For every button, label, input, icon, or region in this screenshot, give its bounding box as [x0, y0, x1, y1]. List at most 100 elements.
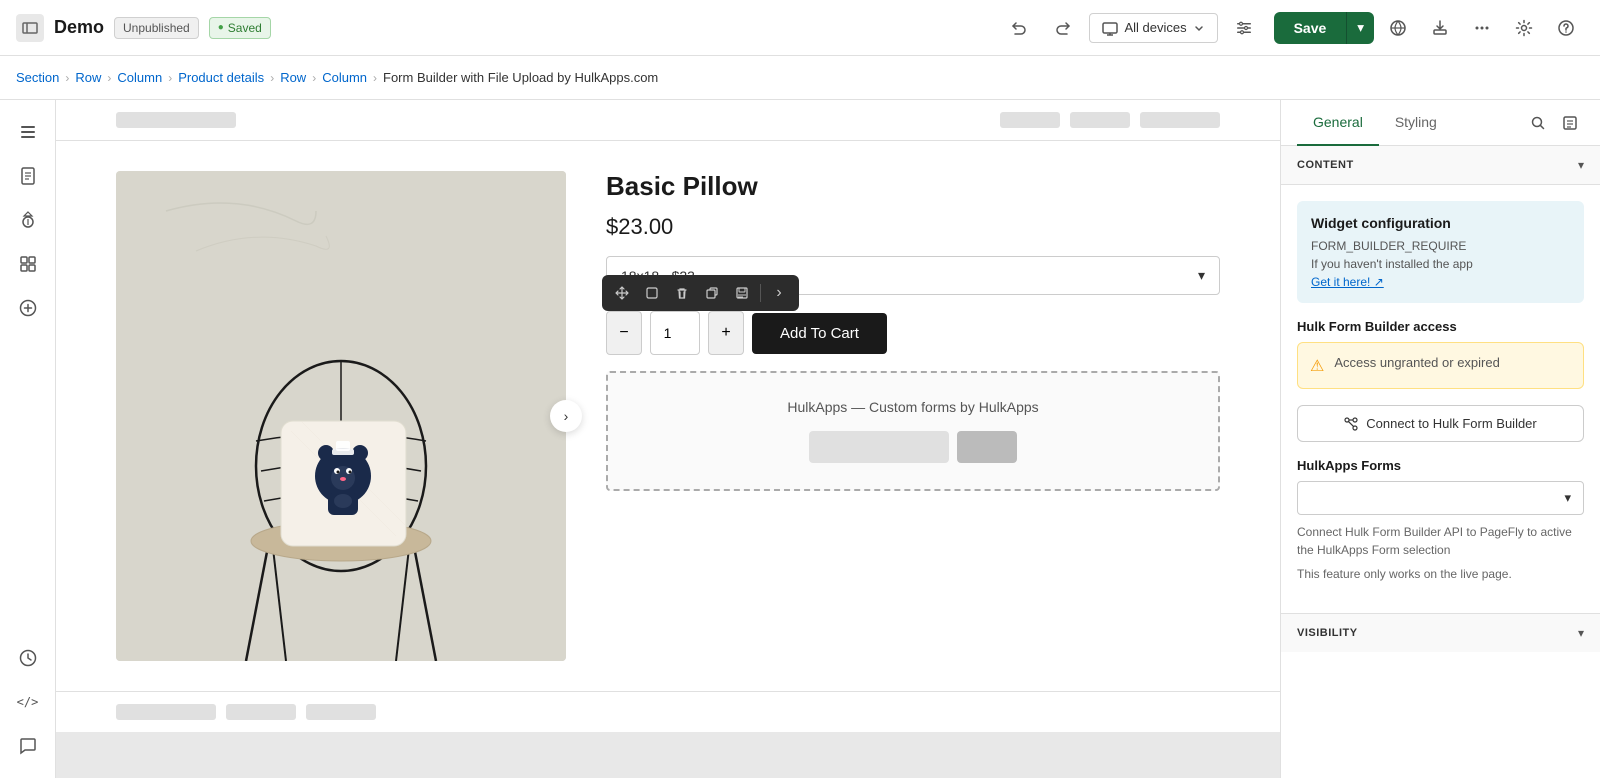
content-section-title: CONTENT	[1297, 159, 1354, 171]
toolbar-select[interactable]	[638, 279, 666, 307]
forms-help-text: Connect Hulk Form Builder API to PageFly…	[1297, 523, 1584, 559]
product-details: Basic Pillow $23.00 18x18 - $23 ▾	[606, 171, 1220, 661]
tab-general-label: General	[1313, 114, 1363, 130]
sidebar-bottom: </>	[8, 638, 48, 766]
skeleton-1	[116, 112, 236, 128]
sidebar-item-grid[interactable]	[8, 244, 48, 284]
breadcrumb-sep-3: ›	[168, 71, 172, 85]
saved-badge: Saved	[209, 17, 271, 39]
product-image-svg	[116, 171, 566, 661]
breadcrumb-column-2[interactable]: Column	[322, 70, 367, 85]
forms-select-chevron: ▾	[1564, 490, 1571, 506]
tab-general[interactable]: General	[1297, 100, 1379, 146]
forms-note-text: This feature only works on the live page…	[1297, 567, 1584, 581]
sidebar-add-element[interactable]	[8, 288, 48, 328]
undo-button[interactable]	[1001, 10, 1037, 46]
widget-config-line2: If you haven't installed the app	[1311, 257, 1570, 271]
hulk-text-input[interactable]	[809, 431, 949, 463]
right-tab-icons	[1524, 100, 1584, 145]
right-panel-content: Widget configuration FORM_BUILDER_REQUIR…	[1281, 185, 1600, 613]
header-center: All devices	[1001, 10, 1261, 46]
breadcrumb-sep-6: ›	[373, 71, 377, 85]
breadcrumb-row-1[interactable]: Row	[75, 70, 101, 85]
access-title: Hulk Form Builder access	[1297, 319, 1584, 334]
connect-button-label: Connect to Hulk Form Builder	[1366, 416, 1537, 431]
toolbar-more[interactable]: ›	[765, 279, 793, 307]
breadcrumb-current: Form Builder with File Upload by HulkApp…	[383, 70, 658, 85]
bottom-skeleton-2	[226, 704, 296, 720]
toolbar-duplicate[interactable]	[698, 279, 726, 307]
preview-button[interactable]	[1380, 10, 1416, 46]
access-section: Hulk Form Builder access ⚠ Access ungran…	[1297, 319, 1584, 389]
tab-styling[interactable]: Styling	[1379, 100, 1453, 146]
toolbar-move[interactable]	[608, 279, 636, 307]
sidebar-item-code[interactable]: </>	[8, 682, 48, 722]
toolbar-separator	[760, 284, 761, 302]
right-panel: General Styling CONTENT ▾ Widget	[1280, 100, 1600, 778]
breadcrumb-row-2[interactable]: Row	[280, 70, 306, 85]
qty-input[interactable]	[650, 311, 700, 355]
toolbar-delete[interactable]	[668, 279, 696, 307]
content-section-chevron[interactable]: ▾	[1578, 158, 1584, 172]
app-settings-button[interactable]	[1506, 10, 1542, 46]
bottom-skeleton-1	[116, 704, 216, 720]
device-label: All devices	[1124, 20, 1186, 35]
sidebar-item-pages[interactable]	[8, 156, 48, 196]
forms-select[interactable]: ▾	[1297, 481, 1584, 515]
device-selector[interactable]: All devices	[1089, 13, 1217, 43]
breadcrumb-column-1[interactable]: Column	[117, 70, 162, 85]
hulk-form-container[interactable]: HulkApps — Custom forms by HulkApps	[606, 371, 1220, 491]
variant-chevron: ▾	[1198, 267, 1205, 284]
floating-toolbar: ›	[602, 275, 799, 311]
hulk-form-inputs	[809, 431, 1017, 463]
floating-toolbar-container: ›	[602, 275, 799, 311]
sidebar-item-layers[interactable]	[8, 112, 48, 152]
visibility-header[interactable]: VISIBILITY ▾	[1281, 613, 1600, 652]
bottom-skeleton-3	[306, 704, 376, 720]
qty-decrease[interactable]: −	[606, 311, 642, 355]
content-icon-btn[interactable]	[1556, 109, 1584, 137]
connect-button[interactable]: Connect to Hulk Form Builder	[1297, 405, 1584, 442]
access-warning: ⚠ Access ungranted or expired	[1297, 342, 1584, 389]
warning-icon: ⚠	[1310, 356, 1324, 376]
tab-styling-label: Styling	[1395, 114, 1437, 130]
hulk-submit-btn[interactable]	[957, 431, 1017, 463]
canvas-area: › Basic Pillow $23.00 18x18 - $23 ▾	[56, 100, 1280, 778]
sidebar-item-apps[interactable]	[8, 200, 48, 240]
breadcrumb-product-details[interactable]: Product details	[178, 70, 264, 85]
save-button[interactable]: Save	[1274, 12, 1347, 44]
main-layout: </>	[0, 100, 1600, 778]
forms-section: HulkApps Forms ▾ Connect Hulk Form Build…	[1297, 458, 1584, 581]
product-image	[116, 171, 566, 661]
sidebar-item-chat[interactable]	[8, 726, 48, 766]
skeleton-4	[1140, 112, 1220, 128]
connect-icon	[1344, 417, 1358, 431]
widget-config-link[interactable]: Get it here! ↗	[1311, 275, 1570, 289]
more-options-button[interactable]	[1464, 10, 1500, 46]
back-button[interactable]	[16, 14, 44, 42]
qty-increase[interactable]: +	[708, 311, 744, 355]
visibility-chevron: ▾	[1578, 626, 1584, 640]
save-dropdown-button[interactable]: ▾	[1346, 12, 1374, 44]
warning-text: Access ungranted or expired	[1334, 355, 1499, 370]
help-button[interactable]	[1548, 10, 1584, 46]
product-title: Basic Pillow	[606, 171, 1220, 202]
product-section: › Basic Pillow $23.00 18x18 - $23 ▾	[56, 141, 1280, 691]
export-button[interactable]	[1422, 10, 1458, 46]
breadcrumb-sep-2: ›	[107, 71, 111, 85]
search-icon-btn[interactable]	[1524, 109, 1552, 137]
skeleton-2	[1000, 112, 1060, 128]
sidebar-item-history[interactable]	[8, 638, 48, 678]
left-sidebar: </>	[0, 100, 56, 778]
redo-button[interactable]	[1045, 10, 1081, 46]
bottom-skeleton-bar	[56, 691, 1280, 732]
save-btn-group: Save ▾	[1274, 12, 1374, 44]
add-to-cart-button[interactable]: Add To Cart	[752, 313, 887, 354]
toolbar-save[interactable]	[728, 279, 756, 307]
top-skeleton-bar	[56, 100, 1280, 141]
next-image-button[interactable]: ›	[550, 400, 582, 432]
breadcrumb-section[interactable]: Section	[16, 70, 59, 85]
settings-panel-button[interactable]	[1226, 10, 1262, 46]
forms-title: HulkApps Forms	[1297, 458, 1584, 473]
breadcrumb-sep-5: ›	[312, 71, 316, 85]
